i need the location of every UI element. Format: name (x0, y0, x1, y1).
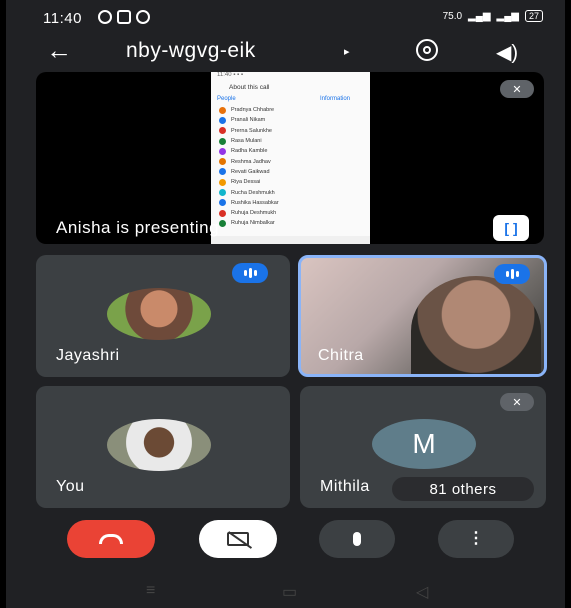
shared-screen-row: Rushika Hassabkar (211, 198, 370, 208)
presentation-tile[interactable]: 11:40 ▪ ▪ ▪ About this call People Infor… (36, 72, 544, 244)
participant-avatar-icon (219, 137, 226, 145)
recent-apps-icon[interactable]: ≡ (146, 582, 155, 600)
shared-screen-participant-name: Riya Dessai (231, 179, 261, 186)
participant-avatar-icon (219, 106, 226, 114)
participant-name: Mithila (320, 478, 370, 495)
speaking-indicator-icon (232, 263, 268, 283)
shared-screen-list: Pradnya Chhabre Pranali Nikam Prerna Salun… (211, 105, 370, 229)
signal-icon-2: ▂▄▆ (496, 10, 519, 22)
app-frame: 11:40 75.0 ▂▄▆ ▂▄▆ 27 ← nby-wgvg-eik ▸ ◀… (6, 0, 565, 608)
video-feed (411, 276, 541, 374)
shared-screen-title: About this call (229, 84, 270, 91)
arrow-left-icon[interactable]: ← (46, 37, 72, 63)
others-count-chip[interactable]: 81 others (392, 477, 534, 501)
shared-screen-row: Prerna Salunkhe (211, 126, 370, 136)
end-call-button[interactable] (67, 520, 155, 558)
participant-avatar-icon (219, 127, 226, 135)
meeting-info-arrow-icon[interactable]: ▸ (344, 45, 350, 58)
notification-icon (98, 10, 112, 24)
shared-screen-row: Ruhuja Deshmukh (211, 208, 370, 218)
shared-screen-participant-name: Rasa Mulani (231, 138, 262, 145)
avatar-photo (107, 288, 211, 340)
shared-screen-row: Rucha Deshmukh (211, 187, 370, 197)
home-icon[interactable]: ▭ (282, 582, 297, 602)
shared-screen-col-info: Information (319, 96, 350, 102)
camera-switch-icon[interactable] (416, 39, 438, 61)
shared-screen-participant-name: Prerna Salunkhe (231, 127, 272, 134)
participant-avatar-icon (219, 219, 226, 227)
participant-avatar-icon (219, 147, 226, 155)
mic-icon (353, 532, 361, 546)
tile-mithila[interactable]: ✕ M Mithila 81 others (300, 386, 546, 508)
participant-avatar-icon (219, 199, 226, 207)
shared-screen-participant-name: Pradnya Chhabre (231, 107, 275, 114)
avatar-letter: M (372, 419, 476, 469)
mail-icon (117, 10, 131, 24)
battery-level: 27 (524, 10, 543, 22)
meeting-code[interactable]: nby-wgvg-eik (126, 39, 256, 63)
signal-icon: ▂▄▆ (468, 10, 491, 22)
shared-screen-row: Pranali Nikam (211, 115, 370, 125)
android-nav-bar: ≡ ▭ ◁ (6, 578, 565, 608)
camera-toggle-button[interactable] (199, 520, 277, 558)
more-options-button[interactable]: ⋮ (438, 520, 514, 558)
tile-jayashri[interactable]: Jayashri (36, 255, 290, 377)
participant-name: Jayashri (56, 347, 120, 364)
status-time: 11:40 (43, 10, 82, 27)
shared-screen-participant-name: Rucha Deshmukh (231, 189, 275, 196)
participant-avatar-icon (219, 209, 226, 217)
camera-off-icon (227, 531, 253, 549)
shared-screen-status: 11:40 ▪ ▪ ▪ (217, 72, 243, 78)
end-call-icon (99, 534, 123, 544)
participant-avatar-icon (219, 116, 226, 124)
shared-screen-participant-name: Ruhuja Deshmukh (231, 210, 277, 217)
speaking-indicator-icon (494, 264, 530, 284)
shared-screen-participant-name: Ruhuja Nimbalkar (231, 220, 275, 227)
mic-muted-icon: ✕ (500, 80, 534, 98)
more-vertical-icon: ⋮ (468, 530, 484, 547)
shared-screen-row: Rasa Mulani (211, 136, 370, 146)
shared-screen-row: Reshma Jadhav (211, 156, 370, 166)
shared-screen: 11:40 ▪ ▪ ▪ About this call People Infor… (211, 72, 370, 244)
top-bar: ← nby-wgvg-eik ▸ ◀) (6, 36, 565, 66)
tile-you[interactable]: You (36, 386, 290, 508)
back-nav-icon[interactable]: ◁ (416, 582, 428, 602)
status-bar: 11:40 75.0 ▂▄▆ ▂▄▆ 27 (6, 0, 565, 36)
shared-screen-participant-name: Radha Kamble (231, 148, 268, 155)
speaker-icon[interactable]: ◀) (496, 40, 518, 65)
avatar-photo (107, 419, 211, 471)
shared-screen-row: Revati Gaikwad (211, 167, 370, 177)
shared-screen-participant-name: Reshma Jadhav (231, 158, 271, 165)
shared-screen-col-people: People (217, 96, 236, 102)
whatsapp-icon (136, 10, 150, 24)
participant-avatar-icon (219, 178, 226, 186)
fullscreen-icon[interactable]: [ ] (493, 215, 529, 241)
notification-icons (98, 10, 150, 24)
shared-screen-participant-name: Revati Gaikwad (231, 168, 270, 175)
participant-avatar-icon (219, 189, 226, 197)
participant-name: Chitra (318, 347, 364, 364)
shared-screen-row: Riya Dessai (211, 177, 370, 187)
participant-avatar-icon (219, 158, 226, 166)
mic-muted-icon: ✕ (500, 393, 534, 411)
shared-screen-participant-name: Pranali Nikam (231, 117, 266, 124)
tile-chitra[interactable]: Chitra (298, 255, 547, 377)
status-right: 75.0 ▂▄▆ ▂▄▆ 27 (443, 10, 543, 22)
shared-screen-row: Radha Kamble (211, 146, 370, 156)
mic-button[interactable] (319, 520, 395, 558)
network-speed: 75.0 (442, 10, 463, 22)
shared-screen-row: Ruhuja Nimbalkar (211, 218, 370, 228)
presenting-label: Anisha is presenting (56, 218, 220, 237)
participant-avatar-icon (219, 168, 226, 176)
shared-screen-participant-name: Rushika Hassabkar (231, 199, 279, 206)
shared-screen-row: Pradnya Chhabre (211, 105, 370, 115)
shared-screen-nav (211, 236, 370, 244)
participant-name: You (56, 478, 85, 495)
